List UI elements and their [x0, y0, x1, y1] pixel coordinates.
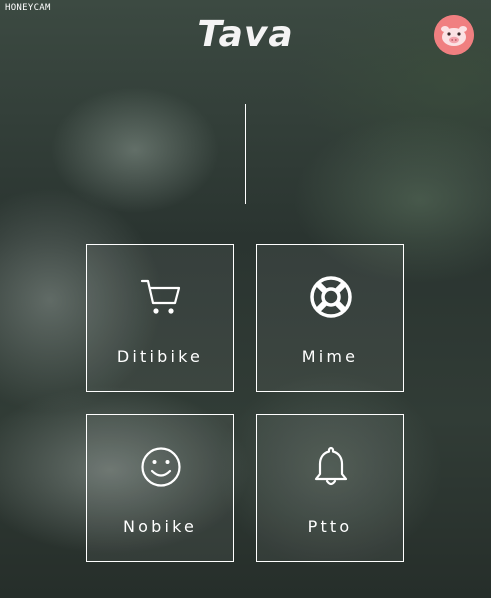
bell-icon: [314, 446, 348, 486]
vertical-divider: [245, 104, 246, 204]
tile-ptto[interactable]: Ptto: [256, 414, 404, 562]
tile-label: Ditibike: [116, 347, 204, 366]
tile-mime[interactable]: Mime: [256, 244, 404, 392]
tile-label: Nobike: [122, 517, 198, 536]
life-ring-icon: [310, 276, 352, 318]
tile-label: Ptto: [307, 517, 353, 536]
tile-ditibike[interactable]: Ditibike: [86, 244, 234, 392]
tile-label: Mime: [301, 347, 359, 366]
app-logo-title: Tava: [197, 14, 294, 55]
smiley-face-icon: [141, 447, 181, 487]
pig-face-icon: [434, 15, 474, 55]
tile-nobike[interactable]: Nobike: [86, 414, 234, 562]
user-avatar[interactable]: [434, 15, 474, 55]
shopping-cart-icon: [140, 279, 181, 314]
watermark: HONEYCAM: [5, 3, 51, 13]
blurred-background: [0, 0, 491, 598]
